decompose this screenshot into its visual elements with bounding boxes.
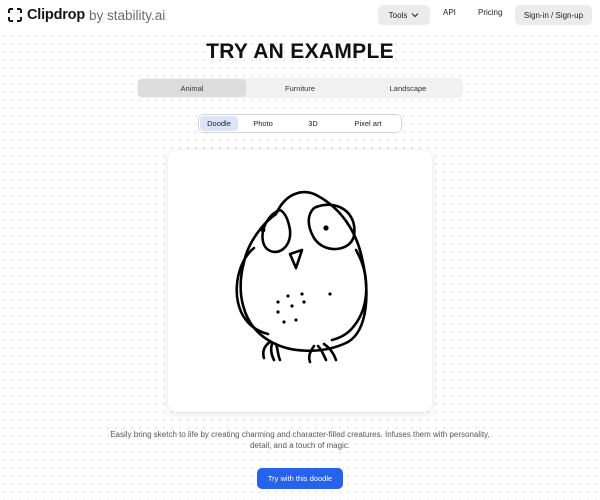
- style-tabs: Doodle Photo 3D Pixel art: [198, 114, 402, 133]
- tab-3d[interactable]: 3D: [288, 116, 338, 131]
- example-image-card: [168, 150, 432, 412]
- tools-label: Tools: [388, 10, 408, 20]
- tools-menu-button[interactable]: Tools: [378, 5, 430, 25]
- logo-text: Clipdrop: [27, 7, 86, 23]
- try-doodle-button[interactable]: Try with this doodle: [257, 468, 343, 489]
- owl-doodle-image: [235, 191, 368, 364]
- tab-photo[interactable]: Photo: [238, 116, 288, 131]
- category-tabs: Animal Furniture Landscape: [137, 78, 463, 98]
- tab-pixel-art[interactable]: Pixel art: [338, 116, 398, 131]
- api-link[interactable]: API: [443, 8, 456, 17]
- clipdrop-logo-icon: [8, 8, 22, 22]
- tab-furniture[interactable]: Furniture: [246, 79, 354, 97]
- tab-landscape[interactable]: Landscape: [354, 79, 462, 97]
- logo-suffix: by stability.ai: [89, 7, 166, 23]
- page-title: TRY AN EXAMPLE: [206, 40, 394, 63]
- example-description: Easily bring sketch to life by creating …: [110, 430, 490, 450]
- pricing-link[interactable]: Pricing: [478, 8, 502, 17]
- tab-doodle[interactable]: Doodle: [200, 116, 238, 131]
- chevron-down-icon: [411, 13, 419, 18]
- tab-animal[interactable]: Animal: [138, 79, 246, 97]
- signin-button[interactable]: Sign-in / Sign-up: [515, 5, 592, 25]
- top-nav-bar: Clipdrop by stability.ai Tools API Prici…: [0, 0, 600, 30]
- clipdrop-logo[interactable]: Clipdrop by stability.ai: [8, 0, 165, 30]
